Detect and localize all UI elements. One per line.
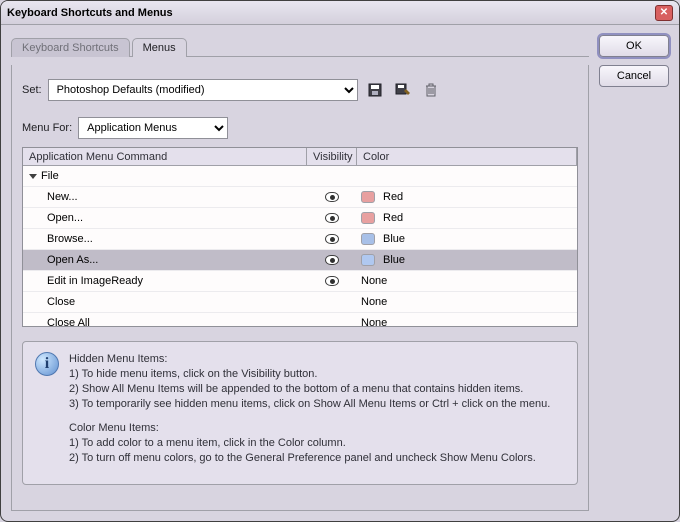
cell-command: Close All	[23, 317, 307, 326]
eye-icon[interactable]	[325, 192, 339, 202]
color-swatch-icon	[361, 191, 375, 203]
color-cell[interactable]: None	[357, 275, 577, 287]
menu-for-select[interactable]: Application Menus	[78, 117, 228, 139]
visibility-toggle[interactable]	[307, 213, 357, 223]
visibility-toggle[interactable]	[307, 255, 357, 265]
hidden-line-1: 1) To hide menu items, click on the Visi…	[69, 367, 550, 382]
hidden-line-2: 2) Show All Menu Items will be appended …	[69, 382, 550, 397]
color-name: None	[361, 296, 387, 308]
table-row[interactable]: Edit in ImageReady None	[23, 271, 577, 292]
col-visibility[interactable]: Visibility	[307, 148, 357, 165]
color-swatch-icon	[361, 212, 375, 224]
eye-icon[interactable]	[325, 213, 339, 223]
tab-bar: Keyboard Shortcuts Menus	[11, 35, 589, 57]
color-name: None	[361, 317, 387, 326]
set-label: Set:	[22, 84, 42, 96]
titlebar: Keyboard Shortcuts and Menus ✕	[1, 1, 679, 25]
grid-body[interactable]: File New...RedOpen...RedBrowse...BlueOpe…	[23, 166, 577, 326]
ok-button[interactable]: OK	[599, 35, 669, 57]
visibility-toggle[interactable]	[307, 276, 357, 286]
visibility-toggle[interactable]	[307, 192, 357, 202]
color-name: Red	[383, 212, 403, 224]
cell-command: Close	[23, 296, 307, 308]
color-cell[interactable]: Red	[357, 191, 577, 203]
color-cell[interactable]: Blue	[357, 233, 577, 245]
table-row[interactable]: Close None	[23, 292, 577, 313]
grid-header: Application Menu Command Visibility Colo…	[23, 148, 577, 166]
dialog-window: Keyboard Shortcuts and Menus ✕ Keyboard …	[0, 0, 680, 522]
color-cell[interactable]: None	[357, 317, 577, 326]
trash-icon[interactable]	[420, 80, 442, 100]
cell-command: Browse...	[23, 233, 307, 245]
table-row[interactable]: Browse... Blue	[23, 229, 577, 250]
eye-icon[interactable]	[325, 234, 339, 244]
eye-icon[interactable]	[325, 255, 339, 265]
info-icon: i	[35, 352, 59, 376]
set-row: Set: Photoshop Defaults (modified)	[22, 79, 578, 101]
col-color[interactable]: Color	[357, 148, 577, 165]
color-line-2: 2) To turn off menu colors, go to the Ge…	[69, 451, 550, 466]
cell-command: Open...	[23, 212, 307, 224]
color-line-1: 1) To add color to a menu item, click in…	[69, 436, 550, 451]
col-command[interactable]: Application Menu Command	[23, 148, 307, 165]
color-cell[interactable]: Blue	[357, 254, 577, 266]
cancel-button[interactable]: Cancel	[599, 65, 669, 87]
tab-keyboard-shortcuts[interactable]: Keyboard Shortcuts	[11, 38, 130, 57]
save-as-icon[interactable]	[392, 80, 414, 100]
group-label: File	[41, 170, 59, 182]
color-swatch-icon	[361, 233, 375, 245]
eye-icon[interactable]	[325, 276, 339, 286]
color-name: Blue	[383, 233, 405, 245]
side-buttons: OK Cancel	[599, 35, 669, 511]
cell-command: Edit in ImageReady	[23, 275, 307, 287]
table-row[interactable]: Close All None	[23, 313, 577, 326]
info-box: i Hidden Menu Items: 1) To hide menu ite…	[22, 341, 578, 485]
main-panel: Keyboard Shortcuts Menus Set: Photoshop …	[11, 35, 589, 511]
menu-for-label: Menu For:	[22, 122, 72, 134]
cell-command: Open As...	[23, 254, 307, 266]
close-icon[interactable]: ✕	[655, 5, 673, 21]
info-text: Hidden Menu Items: 1) To hide menu items…	[69, 352, 550, 466]
cell-command: New...	[23, 191, 307, 203]
window-title: Keyboard Shortcuts and Menus	[7, 7, 173, 19]
visibility-toggle[interactable]	[307, 234, 357, 244]
save-icon[interactable]	[364, 80, 386, 100]
color-swatch-icon	[361, 254, 375, 266]
table-row[interactable]: Open As... Blue	[23, 250, 577, 271]
table-row[interactable]: Open... Red	[23, 208, 577, 229]
color-name: Red	[383, 191, 403, 203]
menu-for-row: Menu For: Application Menus	[22, 117, 578, 139]
table-row[interactable]: New... Red	[23, 187, 577, 208]
color-cell[interactable]: Red	[357, 212, 577, 224]
color-name: Blue	[383, 254, 405, 266]
color-name: None	[361, 275, 387, 287]
color-title: Color Menu Items:	[69, 421, 550, 436]
hidden-title: Hidden Menu Items:	[69, 352, 550, 367]
group-row[interactable]: File	[23, 166, 577, 187]
disclosure-triangle-icon[interactable]	[29, 174, 37, 179]
set-select[interactable]: Photoshop Defaults (modified)	[48, 79, 358, 101]
color-cell[interactable]: None	[357, 296, 577, 308]
tab-menus[interactable]: Menus	[132, 38, 187, 57]
menu-grid: Application Menu Command Visibility Colo…	[22, 147, 578, 327]
hidden-line-3: 3) To temporarily see hidden menu items,…	[69, 397, 550, 412]
tab-content: Set: Photoshop Defaults (modified)	[11, 65, 589, 511]
